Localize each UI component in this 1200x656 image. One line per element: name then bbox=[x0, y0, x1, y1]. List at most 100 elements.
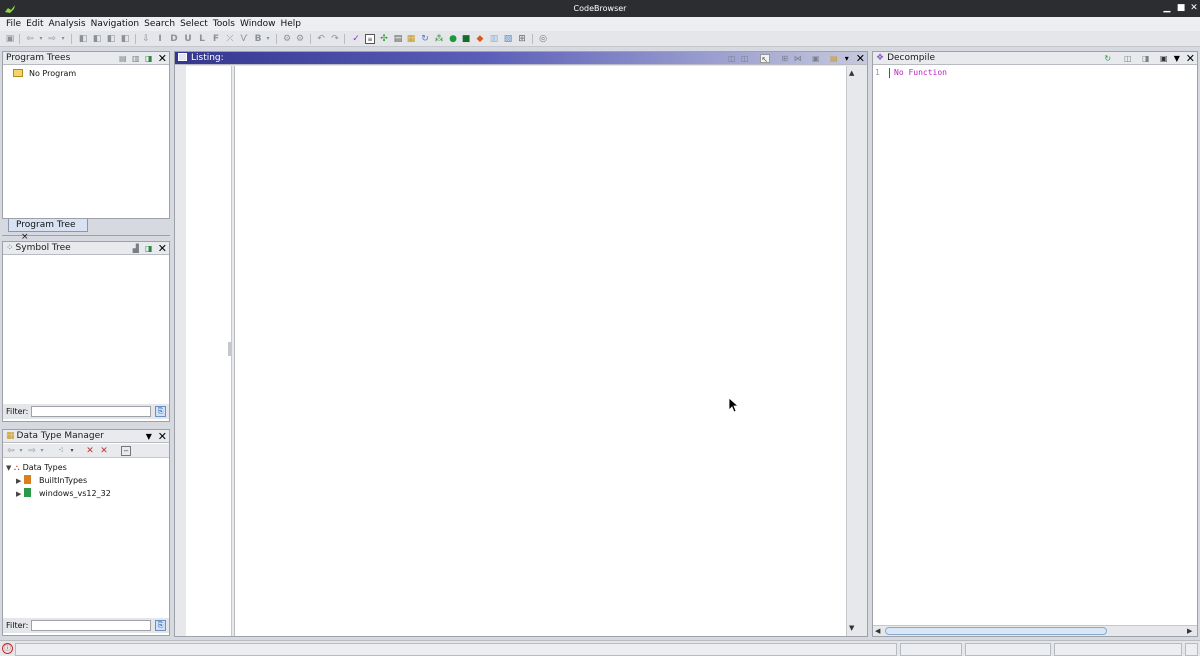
redo-analysis-icon[interactable]: ⚙ bbox=[282, 34, 292, 44]
tree-item[interactable]: ▶ windows_vs12_32 bbox=[16, 488, 111, 500]
script-manager-icon[interactable]: ■ bbox=[461, 34, 471, 44]
close-icon[interactable]: ✕ bbox=[856, 53, 865, 64]
snapshot-icon[interactable]: ▣ bbox=[1159, 54, 1169, 63]
tab-program-tree[interactable]: Program Tree × bbox=[8, 219, 88, 242]
menu-tools[interactable]: Tools bbox=[213, 19, 235, 29]
cursor-tool-icon[interactable]: ↖ bbox=[759, 54, 770, 64]
chevron-down-icon[interactable]: ▼ bbox=[1172, 54, 1182, 63]
tree-item[interactable]: ▶ BuiltInTypes bbox=[16, 475, 87, 487]
scroll-thumb[interactable] bbox=[885, 627, 1107, 635]
back-dropdown-icon[interactable]: ▾ bbox=[16, 446, 26, 456]
call-tree-icon[interactable]: ⁂ bbox=[434, 34, 444, 44]
structure-icon[interactable]: ⊞ bbox=[517, 34, 527, 44]
next-value-icon[interactable]: Ѵ bbox=[239, 34, 249, 44]
menu-analysis[interactable]: Analysis bbox=[49, 19, 86, 29]
back-icon[interactable]: ⇦ bbox=[6, 446, 16, 456]
memory-map-icon[interactable]: ▤ bbox=[393, 34, 403, 44]
save-icon[interactable]: ▣ bbox=[5, 34, 15, 44]
debugger-icon[interactable]: ◆ bbox=[475, 34, 485, 44]
menu-help[interactable]: Help bbox=[281, 19, 302, 29]
forward-icon[interactable]: ⇨ bbox=[27, 446, 37, 456]
scroll-down-icon[interactable]: ▼ bbox=[849, 624, 854, 632]
forward-dropdown-icon[interactable]: ▾ bbox=[37, 446, 47, 456]
collapsed-triangle-icon[interactable]: ▶ bbox=[16, 489, 24, 500]
refresh-cycle-icon[interactable]: ↻ bbox=[420, 34, 430, 44]
refresh-icon[interactable]: ↻ bbox=[1103, 54, 1113, 63]
copy-icon[interactable]: ◫ bbox=[727, 54, 737, 63]
console-icon[interactable]: ⓘ bbox=[2, 643, 13, 654]
datatype-filter-input[interactable] bbox=[31, 620, 151, 631]
next-bookmark-icon[interactable]: B bbox=[253, 34, 263, 44]
margin-resize-handle[interactable] bbox=[228, 342, 231, 356]
nav-data-icon[interactable]: ◧ bbox=[78, 34, 88, 44]
collapse-all-icon[interactable]: − bbox=[121, 446, 131, 456]
close-icon[interactable]: ✕ bbox=[1187, 0, 1200, 17]
menu-select[interactable]: Select bbox=[180, 19, 208, 29]
field-edit-icon[interactable]: ⊞ bbox=[780, 54, 790, 63]
datatype-icon[interactable]: ▦ bbox=[406, 34, 416, 44]
scroll-up-icon[interactable]: ▲ bbox=[849, 69, 854, 77]
forward-dropdown-icon[interactable]: ▾ bbox=[58, 34, 68, 44]
highlight-icon[interactable]: ▤ bbox=[829, 54, 839, 63]
nav-undefined-icon[interactable]: ◧ bbox=[120, 34, 130, 44]
snapshot-icon[interactable]: ▣ bbox=[811, 54, 821, 63]
menu-edit[interactable]: Edit bbox=[26, 19, 43, 29]
menu-window[interactable]: Window bbox=[240, 19, 276, 29]
filter-options-icon[interactable]: ⎘ bbox=[155, 620, 166, 631]
tree-options-icon[interactable]: ▤ bbox=[118, 54, 128, 63]
filter-pointers-icon[interactable]: ✕ bbox=[85, 446, 95, 456]
back-dropdown-icon[interactable]: ▾ bbox=[36, 34, 46, 44]
decompile-hscrollbar[interactable]: ◀ ▶ bbox=[873, 625, 1197, 636]
close-icon[interactable]: ✕ bbox=[158, 431, 167, 442]
tree-root[interactable]: ▼ ⛬ Data Types bbox=[6, 462, 67, 474]
tree-refresh-icon[interactable]: ◨ bbox=[144, 54, 154, 63]
expanded-triangle-icon[interactable]: ▼ bbox=[6, 463, 14, 474]
listing-scrollbar[interactable]: ▲ ▼ bbox=[846, 66, 858, 636]
close-icon[interactable]: ✕ bbox=[158, 243, 167, 254]
close-icon[interactable]: ✕ bbox=[158, 53, 167, 64]
next-f-icon[interactable]: F bbox=[211, 34, 221, 44]
back-icon[interactable]: ⇦ bbox=[25, 34, 35, 44]
next-different-icon[interactable]: ⤫ bbox=[225, 34, 235, 44]
export-icon[interactable]: ◨ bbox=[1141, 54, 1151, 63]
filter-arrays-icon[interactable]: ✕ bbox=[99, 446, 109, 456]
auto-analysis-icon[interactable]: ⚙ bbox=[295, 34, 305, 44]
table-icon[interactable]: ▥ bbox=[489, 34, 499, 44]
next-l-icon[interactable]: L bbox=[197, 34, 207, 44]
nav-instruction-icon[interactable]: ◧ bbox=[92, 34, 102, 44]
function-graph-icon[interactable]: ✣ bbox=[379, 34, 389, 44]
archive-icon[interactable]: ⁖ bbox=[56, 446, 66, 456]
run-script-icon[interactable]: ● bbox=[448, 34, 458, 44]
copy-icon[interactable]: ◫ bbox=[1123, 54, 1133, 63]
symbol-refresh-icon[interactable]: ◨ bbox=[144, 244, 154, 253]
listing-margin[interactable] bbox=[186, 66, 232, 636]
chevron-down-icon[interactable]: ▼ bbox=[144, 432, 154, 441]
menu-navigation[interactable]: Navigation bbox=[91, 19, 140, 29]
chevron-down-icon[interactable]: ▾ bbox=[842, 54, 852, 63]
bytes-viewer-icon[interactable]: ≡ bbox=[365, 34, 375, 44]
diff-icon[interactable]: ⋈ bbox=[793, 54, 803, 63]
decompile-text[interactable]: No Function bbox=[894, 68, 947, 77]
nav-function-icon[interactable]: ◧ bbox=[106, 34, 116, 44]
plugin-icon[interactable]: ◎ bbox=[538, 34, 548, 44]
scroll-right-icon[interactable]: ▶ bbox=[1187, 627, 1192, 635]
menu-search[interactable]: Search bbox=[144, 19, 175, 29]
archive-dropdown-icon[interactable]: ▾ bbox=[67, 446, 77, 456]
forward-icon[interactable]: ⇨ bbox=[47, 34, 57, 44]
bookmarks-icon[interactable]: ▧ bbox=[503, 34, 513, 44]
bookmark-dropdown-icon[interactable]: ▾ bbox=[263, 34, 273, 44]
minimize-icon[interactable]: ▁ bbox=[1160, 0, 1174, 17]
symbol-chart-icon[interactable]: ▟ bbox=[131, 244, 141, 253]
close-icon[interactable]: ✕ bbox=[1186, 53, 1195, 64]
maximize-icon[interactable]: ■ bbox=[1174, 0, 1188, 17]
filter-options-icon[interactable]: ⎘ bbox=[155, 406, 166, 417]
next-instruction-icon[interactable]: ⇩ bbox=[141, 34, 151, 44]
tree-item[interactable]: No Program bbox=[13, 68, 76, 79]
redo-icon[interactable]: ↷ bbox=[330, 34, 340, 44]
undo-icon[interactable]: ↶ bbox=[316, 34, 326, 44]
menu-file[interactable]: File bbox=[6, 19, 21, 29]
scroll-left-icon[interactable]: ◀ bbox=[875, 627, 880, 635]
checkmark-icon[interactable]: ✓ bbox=[351, 34, 361, 44]
next-u-icon[interactable]: U bbox=[183, 34, 193, 44]
collapsed-triangle-icon[interactable]: ▶ bbox=[16, 476, 24, 487]
